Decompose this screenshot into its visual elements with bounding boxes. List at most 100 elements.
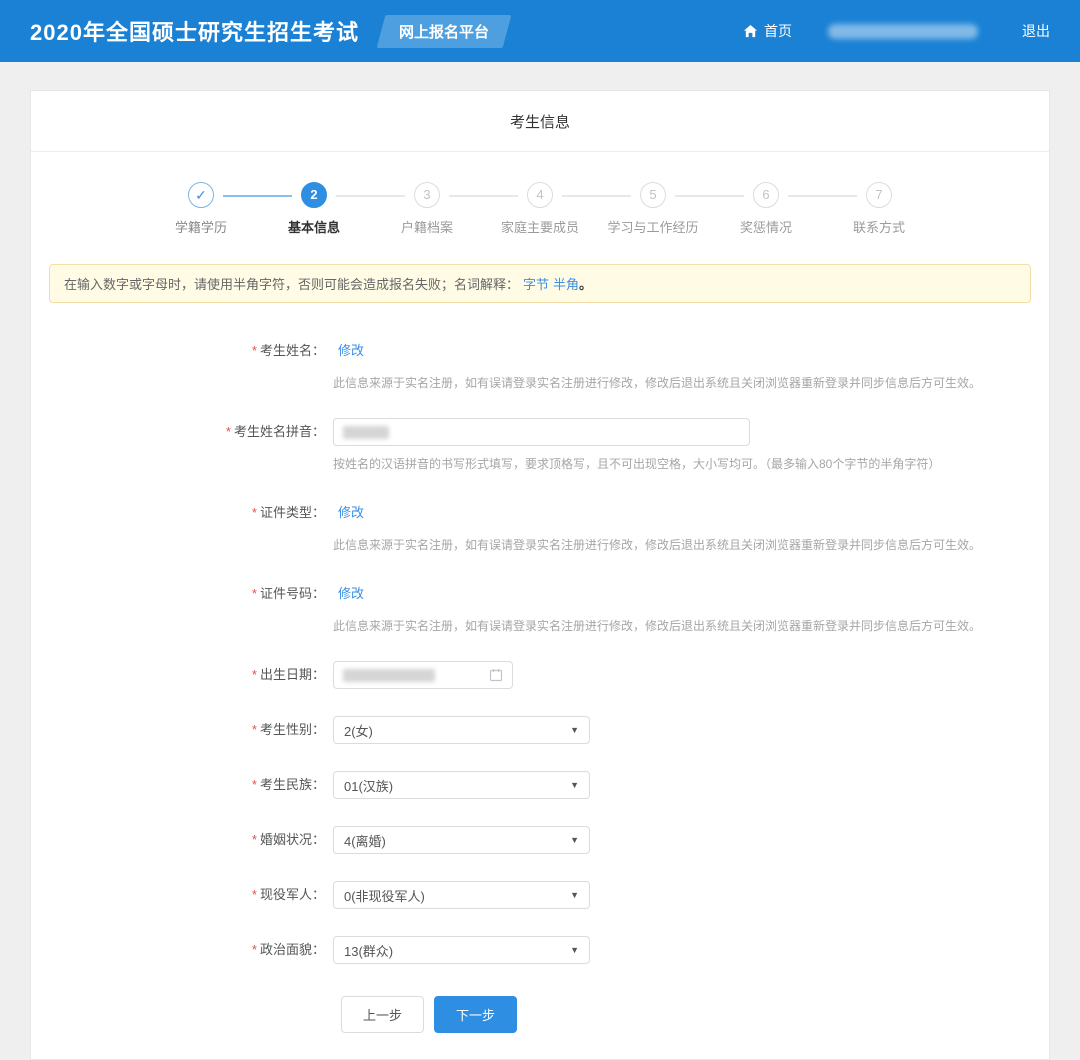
field-military-status: *现役军人： 0(非现役军人) ▼: [31, 881, 1049, 909]
field-candidate-name: *考生姓名： 修改 此信息来源于实名注册，如有误请登录实名注册进行修改，修改后退…: [31, 337, 1049, 391]
required-mark: *: [252, 832, 257, 847]
gender-select[interactable]: 2(女) ▼: [333, 716, 590, 744]
basic-info-form: *考生姓名： 修改 此信息来源于实名注册，如有误请登录实名注册进行修改，修改后退…: [31, 303, 1049, 1033]
step-family-members[interactable]: 4 家庭主要成员: [484, 182, 597, 236]
next-step-button[interactable]: 下一步: [434, 996, 517, 1033]
birth-date-value-redacted: [343, 669, 435, 682]
step-label: 奖惩情况: [710, 217, 823, 236]
political-status-select[interactable]: 13(群众) ▼: [333, 936, 590, 964]
halfwidth-glossary-link[interactable]: 半角: [553, 277, 579, 292]
gender-label: *考生性别：: [31, 716, 333, 744]
field-marital-status: *婚姻状况： 4(离婚) ▼: [31, 826, 1049, 854]
cert-number-note: 此信息来源于实名注册，如有误请登录实名注册进行修改，修改后退出系统且关闭浏览器重…: [333, 618, 1049, 634]
modify-name-link[interactable]: 修改: [338, 337, 364, 365]
step-label: 户籍档案: [371, 217, 484, 236]
field-birth-date: *出生日期：: [31, 661, 1049, 689]
chevron-down-icon: ▼: [570, 780, 579, 790]
calendar-icon[interactable]: [489, 668, 503, 682]
notice-suffix: 。: [579, 277, 592, 292]
marital-status-label: *婚姻状况：: [31, 826, 333, 854]
platform-badge: 网上报名平台: [377, 15, 512, 48]
marital-status-value: 4(离婚): [344, 831, 386, 850]
cert-type-label: *证件类型：: [31, 499, 333, 553]
name-pinyin-label: *考生姓名拼音：: [31, 418, 333, 472]
logout-link[interactable]: 退出: [1022, 21, 1050, 41]
step-household-archive[interactable]: 3 户籍档案: [371, 182, 484, 236]
required-mark: *: [252, 343, 257, 358]
header-nav: 首页 退出: [743, 21, 1050, 41]
field-cert-type: *证件类型： 修改 此信息来源于实名注册，如有误请登录实名注册进行修改，修改后退…: [31, 499, 1049, 553]
birth-date-label: *出生日期：: [31, 661, 333, 689]
halfwidth-notice-banner: 在输入数字或字母时，请使用半角字符，否则可能会造成报名失败；名词解释： 字节半角。: [49, 264, 1031, 303]
required-mark: *: [252, 586, 257, 601]
step-number: 3: [414, 182, 440, 208]
cert-type-note: 此信息来源于实名注册，如有误请登录实名注册进行修改，修改后退出系统且关闭浏览器重…: [333, 537, 1049, 553]
required-mark: *: [226, 424, 231, 439]
step-number: 6: [753, 182, 779, 208]
notice-text: 在输入数字或字母时，请使用半角字符，否则可能会造成报名失败；名词解释：: [64, 277, 519, 292]
name-pinyin-note: 按姓名的汉语拼音的书写形式填写，要求顶格写，且不可出现空格，大小写均可。（最多输…: [333, 456, 1049, 472]
pinyin-value-redacted: [343, 426, 389, 439]
military-status-select[interactable]: 0(非现役军人) ▼: [333, 881, 590, 909]
previous-step-button[interactable]: 上一步: [341, 996, 424, 1033]
chevron-down-icon: ▼: [570, 725, 579, 735]
chevron-down-icon: ▼: [570, 945, 579, 955]
required-mark: *: [252, 722, 257, 737]
step-education-record[interactable]: ✓ 学籍学历: [145, 182, 258, 236]
candidate-info-card: 考生信息 ✓ 学籍学历 2 基本信息 3 户籍档案 4 家庭主要成员 5 学习与…: [30, 90, 1050, 1060]
step-label: 学籍学历: [145, 217, 258, 236]
military-status-value: 0(非现役军人): [344, 886, 425, 905]
cert-number-label: *证件号码：: [31, 580, 333, 634]
step-study-work-experience[interactable]: 5 学习与工作经历: [597, 182, 710, 236]
step-number: 5: [640, 182, 666, 208]
page-title: 考生信息: [31, 91, 1049, 152]
home-icon: [743, 24, 758, 39]
ethnicity-select[interactable]: 01(汉族) ▼: [333, 771, 590, 799]
byte-glossary-link[interactable]: 字节: [523, 277, 549, 292]
step-label: 家庭主要成员: [484, 217, 597, 236]
gender-value: 2(女): [344, 721, 373, 740]
home-link[interactable]: 首页: [743, 21, 792, 41]
ethnicity-label: *考生民族：: [31, 771, 333, 799]
step-contact-info[interactable]: 7 联系方式: [823, 182, 936, 236]
step-number: 4: [527, 182, 553, 208]
username-redacted: [828, 24, 978, 39]
step-rewards-punishments[interactable]: 6 奖惩情况: [710, 182, 823, 236]
step-basic-info[interactable]: 2 基本信息: [258, 182, 371, 236]
form-actions: 上一步 下一步: [341, 996, 1049, 1033]
field-political-status: *政治面貌： 13(群众) ▼: [31, 936, 1049, 964]
required-mark: *: [252, 942, 257, 957]
candidate-name-note: 此信息来源于实名注册，如有误请登录实名注册进行修改，修改后退出系统且关闭浏览器重…: [333, 375, 1049, 391]
chevron-down-icon: ▼: [570, 890, 579, 900]
field-gender: *考生性别： 2(女) ▼: [31, 716, 1049, 744]
step-label: 学习与工作经历: [597, 217, 710, 236]
modify-cert-number-link[interactable]: 修改: [338, 580, 364, 608]
step-wizard: ✓ 学籍学历 2 基本信息 3 户籍档案 4 家庭主要成员 5 学习与工作经历 …: [31, 152, 1049, 260]
step-check-icon: ✓: [188, 182, 214, 208]
required-mark: *: [252, 887, 257, 902]
step-number: 2: [301, 182, 327, 208]
required-mark: *: [252, 777, 257, 792]
birth-date-input[interactable]: [333, 661, 513, 689]
political-status-value: 13(群众): [344, 941, 393, 960]
candidate-name-label: *考生姓名：: [31, 337, 333, 391]
military-status-label: *现役军人：: [31, 881, 333, 909]
step-number: 7: [866, 182, 892, 208]
political-status-label: *政治面貌：: [31, 936, 333, 964]
marital-status-select[interactable]: 4(离婚) ▼: [333, 826, 590, 854]
field-name-pinyin: *考生姓名拼音： 按姓名的汉语拼音的书写形式填写，要求顶格写，且不可出现空格，大…: [31, 418, 1049, 472]
ethnicity-value: 01(汉族): [344, 776, 393, 795]
step-label: 基本信息: [258, 217, 371, 236]
chevron-down-icon: ▼: [570, 835, 579, 845]
modify-cert-type-link[interactable]: 修改: [338, 499, 364, 527]
home-label: 首页: [764, 21, 792, 41]
platform-badge-label: 网上报名平台: [399, 21, 489, 42]
field-ethnicity: *考生民族： 01(汉族) ▼: [31, 771, 1049, 799]
app-title: 2020年全国硕士研究生招生考试: [30, 15, 359, 47]
step-label: 联系方式: [823, 217, 936, 236]
field-cert-number: *证件号码： 修改 此信息来源于实名注册，如有误请登录实名注册进行修改，修改后退…: [31, 580, 1049, 634]
app-header: 2020年全国硕士研究生招生考试 网上报名平台 首页 退出: [0, 0, 1080, 62]
name-pinyin-input[interactable]: [333, 418, 750, 446]
required-mark: *: [252, 505, 257, 520]
required-mark: *: [252, 667, 257, 682]
